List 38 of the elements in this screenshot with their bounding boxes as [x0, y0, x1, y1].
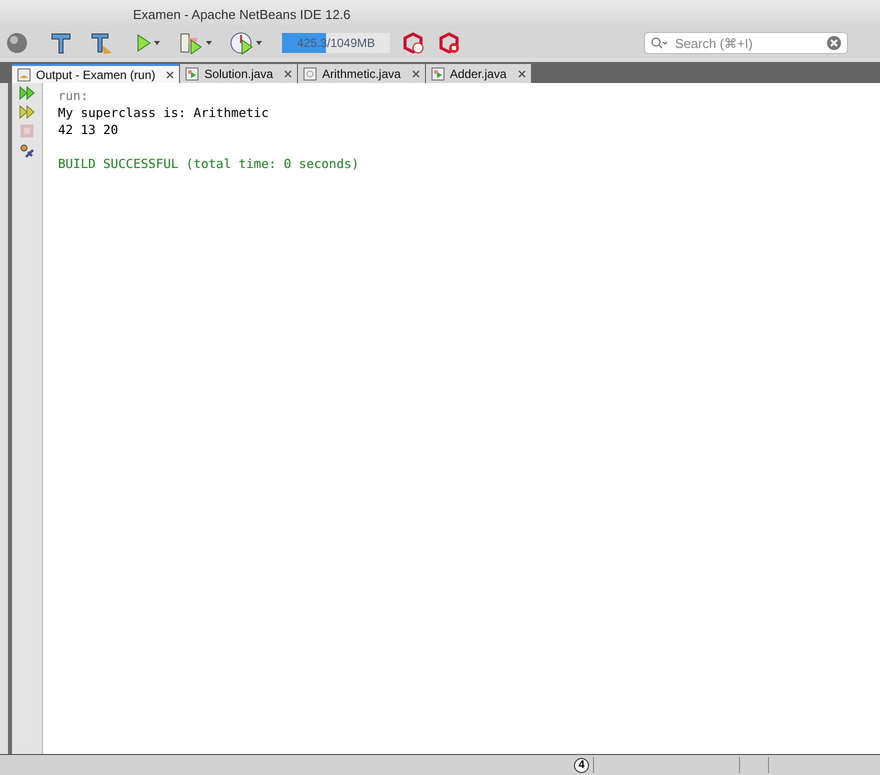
close-icon[interactable] — [412, 70, 420, 78]
build-button[interactable] — [50, 31, 72, 55]
notification-badge[interactable]: 4 — [574, 758, 589, 772]
debug-button[interactable] — [180, 32, 212, 54]
editor-tab[interactable]: Arithmetic.java — [298, 64, 425, 83]
clear-icon[interactable] — [827, 36, 841, 50]
clean-build-button[interactable] — [90, 31, 114, 55]
java-file-icon — [303, 66, 318, 80]
window-title: Examen - Apache NetBeans IDE 12.6 — [133, 6, 351, 22]
editor-tab[interactable]: Output - Examen (run) — [12, 64, 180, 83]
editor-tab[interactable]: Solution.java — [180, 64, 298, 83]
output-line: BUILD SUCCESSFUL (total time: 0 seconds) — [58, 155, 360, 172]
caret-icon — [154, 41, 160, 45]
close-icon[interactable] — [284, 70, 292, 78]
run-button[interactable] — [136, 33, 160, 53]
java-file-icon — [185, 66, 200, 80]
cube-stop-icon[interactable] — [438, 32, 460, 54]
profile-button[interactable] — [230, 31, 262, 55]
cube-clock-icon[interactable] — [402, 32, 424, 54]
double-play-icon[interactable] — [19, 86, 35, 100]
close-icon[interactable] — [166, 70, 174, 78]
tab-label: Arithmetic.java — [322, 66, 401, 80]
caret-icon — [256, 41, 262, 45]
output-line: run: — [58, 87, 90, 104]
java-file-icon — [430, 66, 445, 80]
search-input[interactable]: Search (⌘+I) — [673, 34, 823, 52]
editor-tab[interactable]: Adder.java — [426, 64, 531, 83]
caret-icon — [206, 41, 212, 45]
tab-label: Solution.java — [204, 66, 274, 80]
tab-label: Adder.java — [450, 66, 507, 80]
double-play-icon[interactable] — [19, 105, 35, 119]
tab-label: Output - Examen (run) — [36, 68, 156, 82]
search-icon — [651, 37, 669, 49]
close-icon[interactable] — [518, 70, 526, 78]
search-field[interactable]: Search (⌘+I) — [644, 32, 848, 54]
output-line: My superclass is: Arithmetic — [58, 104, 270, 121]
output-line: 42 13 20 — [58, 121, 120, 138]
globe-button[interactable] — [6, 32, 28, 54]
